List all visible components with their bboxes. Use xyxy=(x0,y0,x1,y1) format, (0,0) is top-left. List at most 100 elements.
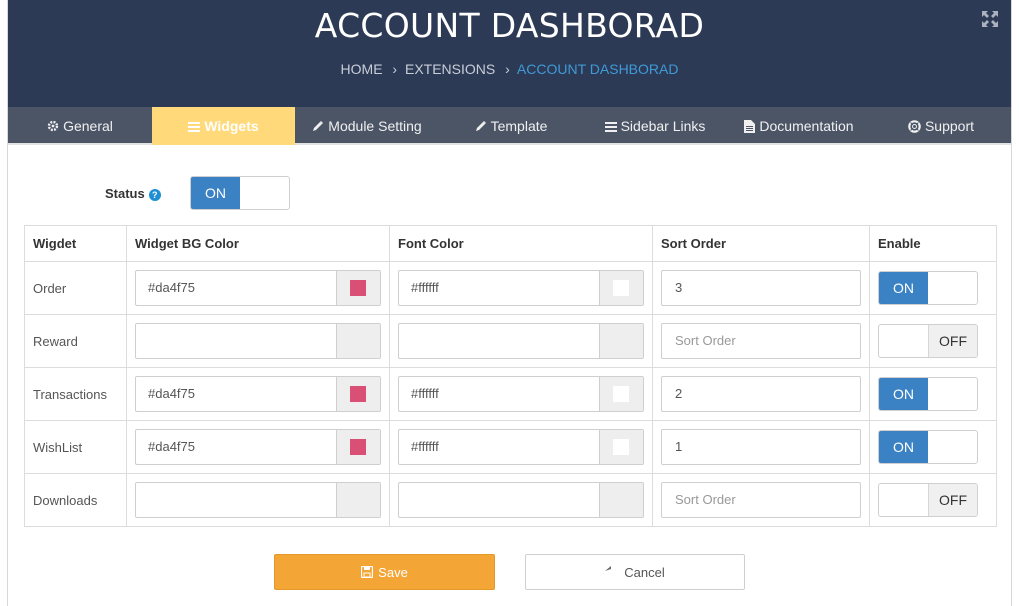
bg-color-picker[interactable] xyxy=(336,483,380,517)
widget-name: Order xyxy=(24,261,127,315)
sort-order-input[interactable]: 2 xyxy=(661,376,861,412)
expand-icon[interactable] xyxy=(981,10,999,28)
enable-toggle[interactable]: ON xyxy=(878,271,978,305)
column-header-sort-order: Sort Order xyxy=(652,225,870,262)
widget-name: Reward xyxy=(24,314,127,368)
bg-color-swatch xyxy=(350,280,366,296)
tab-label: Template xyxy=(490,118,548,134)
tab-documentation[interactable]: Documentation xyxy=(727,107,871,145)
widget-name: WishList xyxy=(24,420,127,474)
help-icon[interactable]: ? xyxy=(148,189,161,201)
sort-order-input[interactable]: 3 xyxy=(661,270,861,306)
bg-color-value: #da4f75 xyxy=(148,439,195,454)
reply-arrow-icon xyxy=(605,566,612,571)
floppy-disk-icon xyxy=(361,566,374,578)
bg-color-cell: #da4f75 xyxy=(126,367,390,421)
enable-cell: OFF xyxy=(869,473,997,527)
bg-color-input[interactable]: #da4f75 xyxy=(135,270,381,306)
breadcrumb-separator-icon: › xyxy=(505,61,510,77)
font-color-input[interactable] xyxy=(398,323,644,359)
font-color-picker[interactable] xyxy=(599,430,643,464)
column-header-widget: Wigdet xyxy=(24,225,127,262)
sort-order-cell: Sort Order xyxy=(652,314,870,368)
status-label-text: Status xyxy=(105,186,145,201)
enable-toggle[interactable]: ON xyxy=(878,377,978,411)
enable-toggle[interactable]: OFF xyxy=(878,483,978,517)
enable-cell: ON xyxy=(869,261,997,315)
status-toggle[interactable]: ON xyxy=(190,176,290,210)
font-color-input[interactable]: #ffffff xyxy=(398,429,644,465)
enable-cell: ON xyxy=(869,420,997,474)
breadcrumb-extensions[interactable]: EXTENSIONS xyxy=(405,61,495,77)
tab-bar: General Widgets Module Setting Template … xyxy=(8,107,1011,145)
tab-general[interactable]: General xyxy=(8,107,152,145)
pencil-icon xyxy=(313,121,324,131)
tab-support[interactable]: Support xyxy=(871,107,1011,145)
enable-toggle[interactable]: OFF xyxy=(878,324,978,358)
table-row: Downloads Sort Order OFF xyxy=(24,473,997,527)
toggle-off-label: OFF xyxy=(928,325,977,357)
list-icon xyxy=(188,121,201,132)
tab-label: Support xyxy=(924,118,975,134)
bg-color-value: #da4f75 xyxy=(148,386,195,401)
bg-color-input[interactable] xyxy=(135,482,381,518)
column-header-bg-color: Widget BG Color xyxy=(126,225,390,262)
tab-sidebar-links[interactable]: Sidebar Links xyxy=(583,107,727,145)
bg-color-input[interactable]: #da4f75 xyxy=(135,429,381,465)
breadcrumb-home[interactable]: HOME xyxy=(341,61,383,77)
sort-order-cell: Sort Order xyxy=(652,473,870,527)
list-icon xyxy=(604,121,617,132)
table-row: WishList #da4f75 #ffffff 1 ON xyxy=(24,420,997,474)
tab-label: Documentation xyxy=(759,118,854,134)
font-color-input[interactable]: #ffffff xyxy=(398,270,644,306)
breadcrumb-current[interactable]: ACCOUNT DASHBORAD xyxy=(517,61,679,77)
font-color-value: #ffffff xyxy=(411,280,439,295)
bg-color-input[interactable]: #da4f75 xyxy=(135,376,381,412)
cancel-button[interactable]: Cancel xyxy=(525,554,745,590)
toggle-on-label: ON xyxy=(879,272,928,304)
pencil-icon xyxy=(475,121,486,131)
font-color-input[interactable]: #ffffff xyxy=(398,376,644,412)
font-color-picker[interactable] xyxy=(599,483,643,517)
bg-color-picker[interactable] xyxy=(336,430,380,464)
enable-cell: ON xyxy=(869,367,997,421)
font-color-picker[interactable] xyxy=(599,377,643,411)
font-color-value: #ffffff xyxy=(411,386,439,401)
bg-color-cell: #da4f75 xyxy=(126,261,390,315)
font-color-swatch xyxy=(613,439,629,455)
document-icon xyxy=(744,119,756,133)
font-color-picker[interactable] xyxy=(599,324,643,358)
enable-toggle[interactable]: ON xyxy=(878,430,978,464)
status-label: Status? xyxy=(105,186,161,201)
column-header-font-color: Font Color xyxy=(389,225,653,262)
tab-template[interactable]: Template xyxy=(439,107,583,145)
bg-color-input[interactable] xyxy=(135,323,381,359)
table-row: Order #da4f75 #ffffff 3 ON xyxy=(24,261,997,315)
page-header: ACCOUNT DASHBORAD HOME › EXTENSIONS › AC… xyxy=(8,0,1011,107)
save-button-label: Save xyxy=(378,564,408,580)
tab-label: Sidebar Links xyxy=(620,118,706,134)
sort-order-input[interactable]: 1 xyxy=(661,429,861,465)
save-button[interactable]: Save xyxy=(274,554,495,590)
sort-order-input[interactable]: Sort Order xyxy=(661,482,861,518)
bg-color-cell xyxy=(126,314,390,368)
page-title: ACCOUNT DASHBORAD xyxy=(314,6,705,45)
widgets-table: Wigdet Widget BG Color Font Color Sort O… xyxy=(24,225,997,527)
tab-label: Widgets xyxy=(204,118,259,134)
font-color-picker[interactable] xyxy=(599,271,643,305)
lifebuoy-icon xyxy=(908,119,921,133)
sort-order-cell: 3 xyxy=(652,261,870,315)
tab-module-setting[interactable]: Module Setting xyxy=(295,107,439,145)
bg-color-picker[interactable] xyxy=(336,324,380,358)
enable-cell: OFF xyxy=(869,314,997,368)
toggle-on-label: ON xyxy=(879,431,928,463)
bg-color-picker[interactable] xyxy=(336,377,380,411)
bg-color-picker[interactable] xyxy=(336,271,380,305)
font-color-cell: #ffffff xyxy=(389,420,653,474)
sort-order-input[interactable]: Sort Order xyxy=(661,323,861,359)
gear-icon xyxy=(47,120,59,132)
breadcrumb: HOME › EXTENSIONS › ACCOUNT DASHBORAD xyxy=(8,61,1011,77)
bg-color-swatch xyxy=(350,386,366,402)
tab-widgets[interactable]: Widgets xyxy=(152,107,295,145)
font-color-input[interactable] xyxy=(398,482,644,518)
